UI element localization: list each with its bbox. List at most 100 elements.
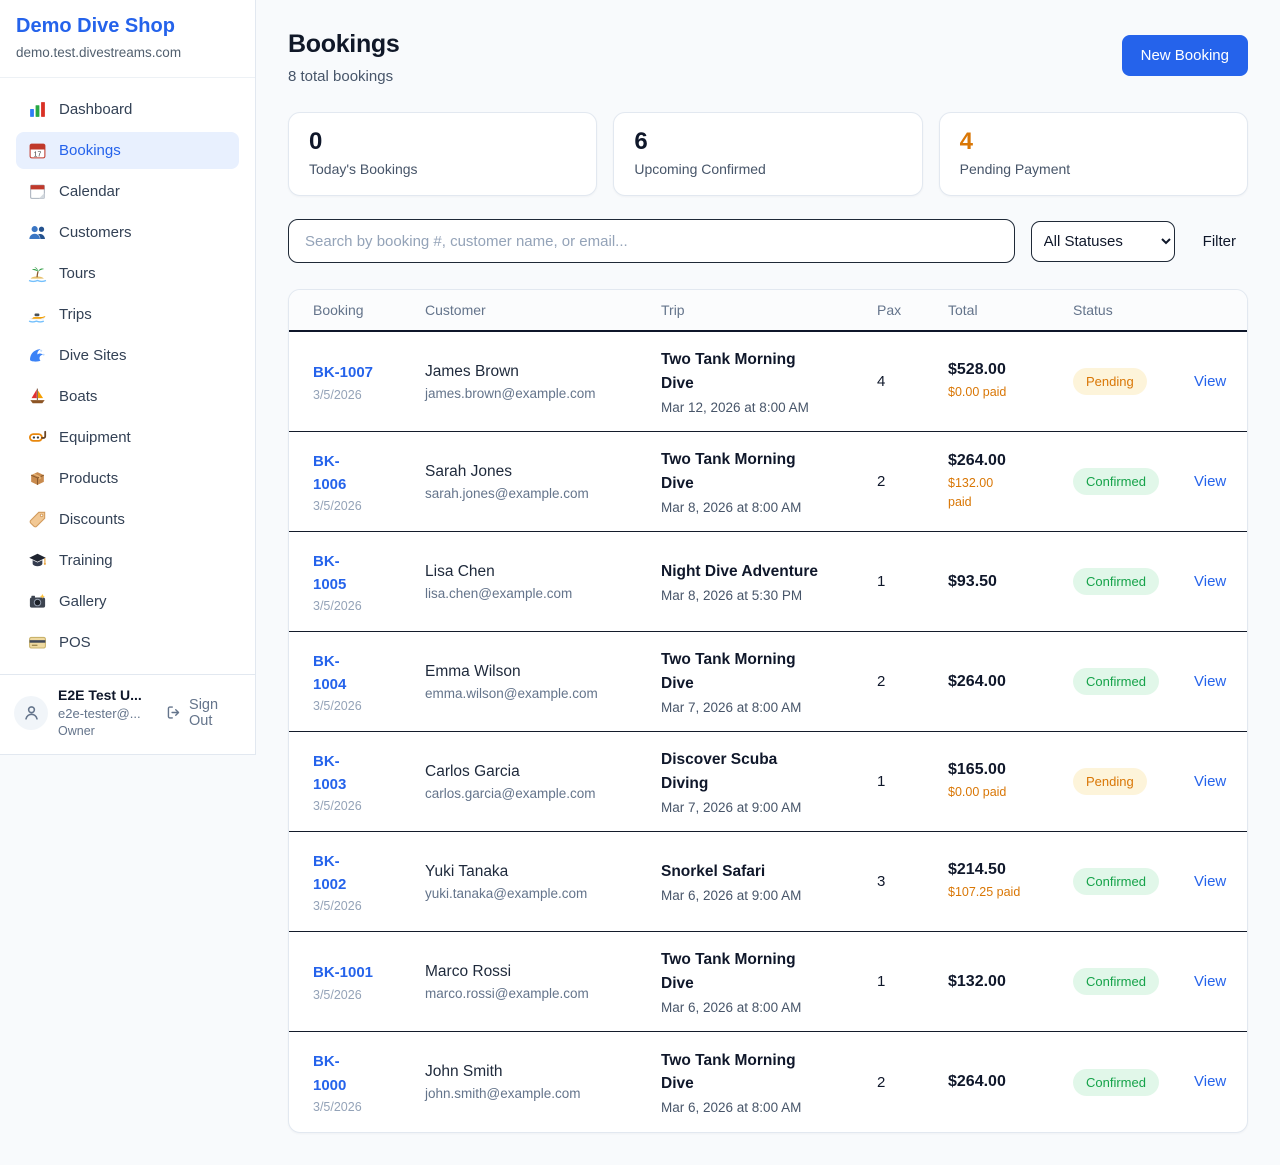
- filter-button[interactable]: Filter: [1191, 225, 1248, 258]
- brand-name[interactable]: Demo Dive Shop: [16, 15, 239, 38]
- trip-datetime: Mar 6, 2026 at 9:00 AM: [661, 888, 877, 903]
- trip-datetime: Mar 6, 2026 at 8:00 AM: [661, 1000, 877, 1015]
- view-link[interactable]: View: [1194, 873, 1226, 890]
- sidebar-item-label: Training: [59, 552, 113, 569]
- brand-domain: demo.test.divestreams.com: [16, 45, 239, 60]
- col-header-trip: Trip: [661, 302, 877, 318]
- table-header-row: Booking Customer Trip Pax Total Status: [289, 290, 1247, 332]
- sidebar-item-label: POS: [59, 634, 91, 651]
- col-header-customer: Customer: [425, 302, 661, 318]
- new-booking-button[interactable]: New Booking: [1122, 35, 1248, 76]
- sidebar-item-label: Products: [59, 470, 118, 487]
- view-link[interactable]: View: [1194, 373, 1226, 390]
- view-link[interactable]: View: [1194, 1073, 1226, 1090]
- trip-datetime: Mar 12, 2026 at 8:00 AM: [661, 400, 877, 415]
- stat-value: 0: [309, 128, 576, 156]
- status-badge: Confirmed: [1073, 668, 1159, 695]
- booking-id-link[interactable]: BK-1007: [313, 361, 373, 384]
- sidebar-item-pos[interactable]: POS: [16, 624, 239, 661]
- booking-id-link[interactable]: BK- 1005: [313, 550, 346, 597]
- sidebar-item-bookings[interactable]: 17Bookings: [16, 132, 239, 169]
- sign-out-button[interactable]: Sign Out: [166, 697, 241, 729]
- stat-label: Today's Bookings: [309, 161, 576, 177]
- sidebar-item-trips[interactable]: Trips: [16, 296, 239, 333]
- customer-name: James Brown: [425, 363, 661, 381]
- sidebar-item-tours[interactable]: Tours: [16, 255, 239, 292]
- sidebar-item-label: Trips: [59, 306, 92, 323]
- total-amount: $264.00: [948, 1073, 1073, 1091]
- customer-email: james.brown@example.com: [425, 386, 661, 401]
- booking-id-link[interactable]: BK- 1003: [313, 750, 346, 797]
- view-link[interactable]: View: [1194, 973, 1226, 990]
- view-link[interactable]: View: [1194, 473, 1226, 490]
- table-row: BK- 10033/5/2026Carlos Garciacarlos.garc…: [289, 732, 1247, 832]
- sidebar-item-products[interactable]: Products: [16, 460, 239, 497]
- paid-amount: $0.00 paid: [948, 383, 1028, 401]
- customer-name: Yuki Tanaka: [425, 863, 661, 881]
- customer-email: marco.rossi@example.com: [425, 986, 661, 1001]
- customer-name: Emma Wilson: [425, 663, 661, 681]
- total-amount: $264.00: [948, 452, 1073, 470]
- trip-name: Two Tank Morning Dive: [661, 948, 836, 995]
- pax-count: 1: [877, 573, 948, 590]
- sidebar-item-dashboard[interactable]: Dashboard: [16, 91, 239, 128]
- sidebar-item-calendar[interactable]: Calendar: [16, 173, 239, 210]
- pax-count: 1: [877, 773, 948, 790]
- stats-row: 0Today's Bookings6Upcoming Confirmed4Pen…: [288, 112, 1248, 196]
- trip-datetime: Mar 6, 2026 at 8:00 AM: [661, 1100, 877, 1115]
- sidebar-item-equipment[interactable]: Equipment: [16, 419, 239, 456]
- status-badge: Pending: [1073, 368, 1147, 395]
- view-link[interactable]: View: [1194, 773, 1226, 790]
- filter-row: All Statuses Filter: [288, 219, 1248, 263]
- customer-name: Lisa Chen: [425, 563, 661, 581]
- booking-id-link[interactable]: BK- 1002: [313, 850, 346, 897]
- booking-id-link[interactable]: BK-1001: [313, 961, 373, 984]
- booking-id-link[interactable]: BK- 1000: [313, 1050, 346, 1097]
- user-role: Owner: [58, 724, 156, 738]
- sidebar-nav: Dashboard 17Bookings Calendar Customers Tour…: [0, 78, 255, 674]
- sidebar-item-label: Equipment: [59, 429, 131, 446]
- trip-name: Two Tank Morning Dive: [661, 348, 836, 395]
- customer-name: Sarah Jones: [425, 463, 661, 481]
- view-link[interactable]: View: [1194, 573, 1226, 590]
- sidebar-item-gallery[interactable]: Gallery: [16, 583, 239, 620]
- booking-id-link[interactable]: BK- 1006: [313, 450, 346, 497]
- pax-count: 4: [877, 373, 948, 390]
- trip-name: Two Tank Morning Dive: [661, 648, 836, 695]
- calendar-icon: [28, 182, 47, 201]
- sidebar-item-discounts[interactable]: Discounts: [16, 501, 239, 538]
- island-icon: [28, 264, 47, 283]
- total-amount: $165.00: [948, 761, 1073, 779]
- view-link[interactable]: View: [1194, 673, 1226, 690]
- booking-date: 3/5/2026: [313, 599, 425, 613]
- status-badge: Confirmed: [1073, 868, 1159, 895]
- page-title: Bookings: [288, 30, 400, 59]
- sidebar-item-label: Dive Sites: [59, 347, 127, 364]
- pax-count: 2: [877, 473, 948, 490]
- status-badge: Confirmed: [1073, 1069, 1159, 1096]
- sidebar-item-label: Customers: [59, 224, 132, 241]
- package-icon: [28, 469, 47, 488]
- status-badge: Confirmed: [1073, 968, 1159, 995]
- sidebar-item-customers[interactable]: Customers: [16, 214, 239, 251]
- customer-name: Marco Rossi: [425, 963, 661, 981]
- sidebar-item-training[interactable]: Training: [16, 542, 239, 579]
- pax-count: 2: [877, 673, 948, 690]
- table-row: BK- 10043/5/2026Emma Wilsonemma.wilson@e…: [289, 632, 1247, 732]
- customer-email: john.smith@example.com: [425, 1086, 661, 1101]
- paid-amount: $107.25 paid: [948, 883, 1028, 901]
- col-header-booking: Booking: [313, 302, 425, 318]
- booking-date: 3/5/2026: [313, 799, 425, 813]
- logout-icon: [166, 704, 182, 721]
- sidebar-item-boats[interactable]: Boats: [16, 378, 239, 415]
- booking-id-link[interactable]: BK- 1004: [313, 650, 346, 697]
- stat-label: Pending Payment: [960, 161, 1227, 177]
- customer-email: yuki.tanaka@example.com: [425, 886, 661, 901]
- search-input[interactable]: [288, 219, 1015, 263]
- status-filter-select[interactable]: All Statuses: [1031, 221, 1175, 262]
- sidebar-item-label: Dashboard: [59, 101, 132, 118]
- sidebar-item-dive-sites[interactable]: Dive Sites: [16, 337, 239, 374]
- sidebar-item-label: Tours: [59, 265, 96, 282]
- bar-chart-icon: [28, 100, 47, 119]
- booking-date: 3/5/2026: [313, 1100, 425, 1114]
